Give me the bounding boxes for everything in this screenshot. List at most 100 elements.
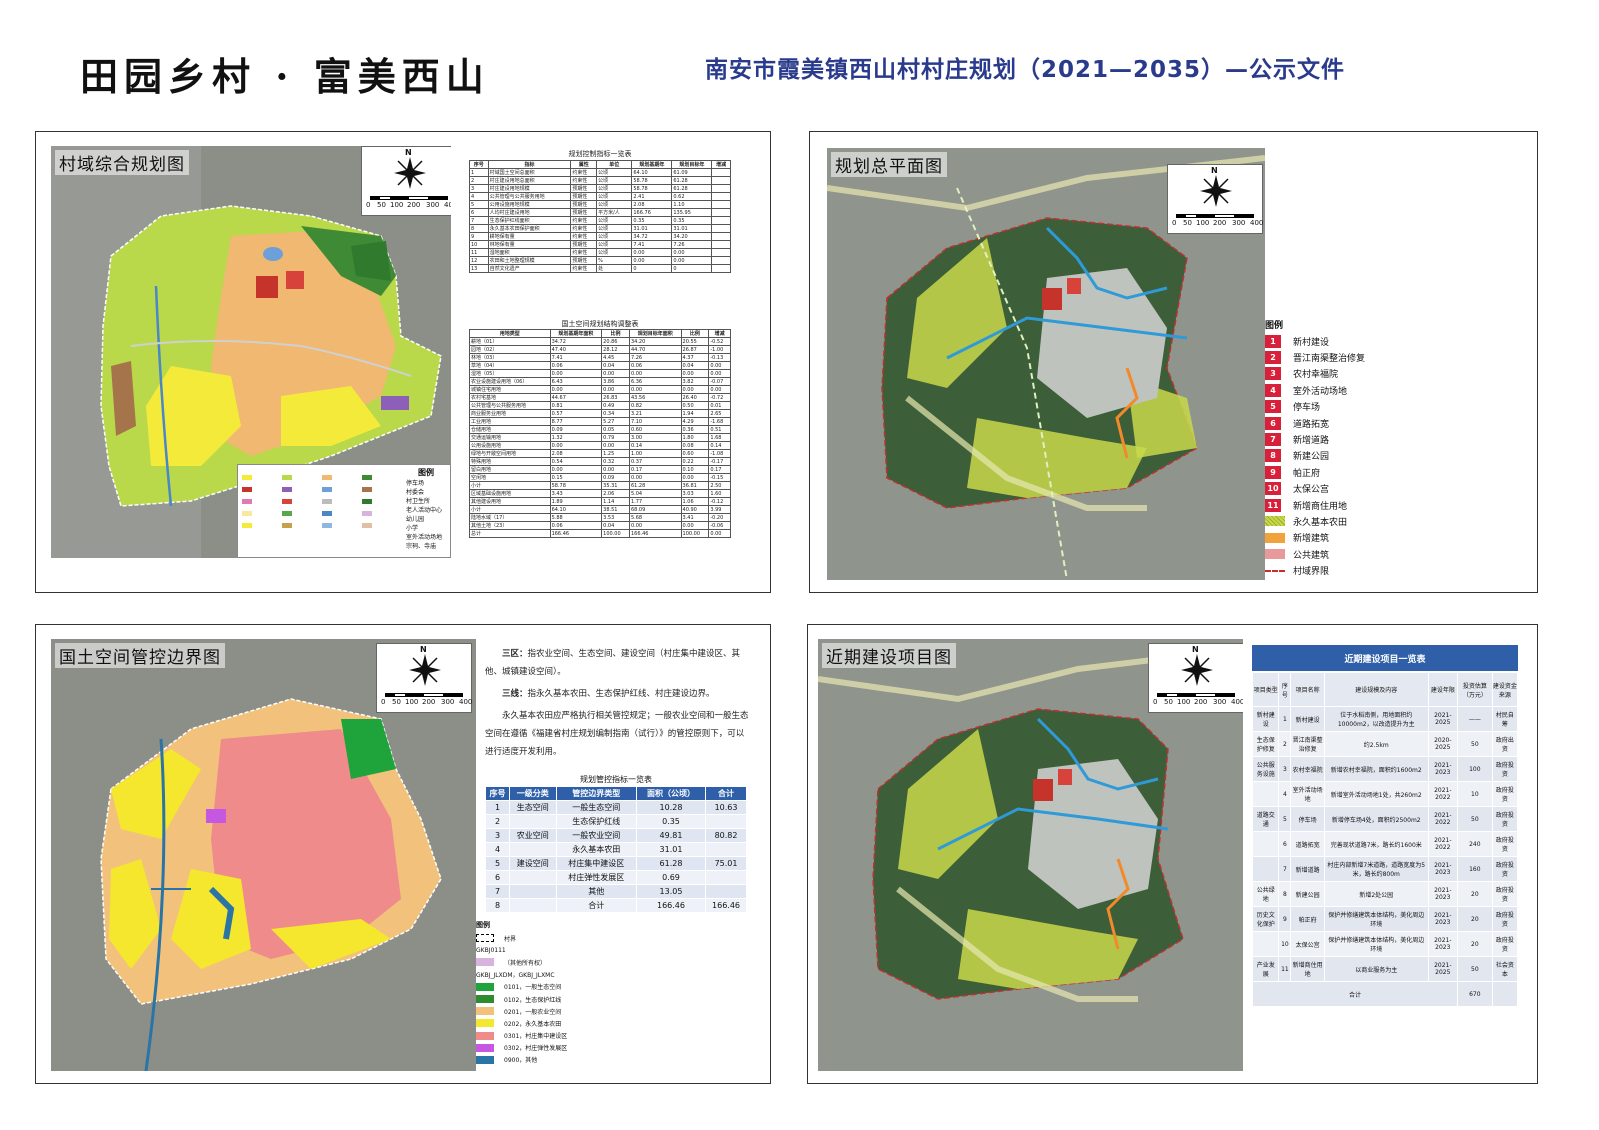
project-total-label: 合计: [1252, 981, 1458, 1007]
table-cell: 预期性: [570, 240, 598, 249]
table-cell: 47.40: [549, 345, 603, 354]
table-cell: 8.77: [549, 417, 603, 426]
scale-bar: 0 50 100 200 300 400: [381, 693, 472, 709]
structure-table: 用地类型 规划基期年面积 比例 规划目标年面积 比例 增减 耕地（01） 34.72 20.86…: [469, 329, 731, 538]
control-table-title: 规划管控指标一览表: [580, 775, 652, 784]
map-master-plan: 规划总平面图 N 0 50 100 200 300 400: [827, 148, 1265, 580]
table-header-cell: 规划基期年面积: [549, 329, 603, 338]
legend-label: 道路拓宽: [1293, 419, 1330, 430]
legend-label: 0301，村庄集中建设区: [504, 1033, 568, 1041]
legend-swatch: [476, 1031, 494, 1040]
table-header-cell: 合计: [705, 786, 747, 801]
table-cell: [711, 192, 731, 201]
compass: N 0 50 100 200 300 400: [361, 146, 451, 216]
table-cell: [705, 884, 747, 899]
legend-p1-item: 村卫生所: [406, 498, 431, 505]
table-cell: 0.81: [549, 401, 603, 410]
legend-item: 9 帕正府: [1265, 464, 1385, 480]
table-cell: 80.82: [705, 828, 747, 843]
table-cell: [508, 884, 557, 899]
control-legend: 图例 村界 GKBJ0111 （其他所有权） GKBJ_JLXDM，GKBJ_JLXM…: [476, 920, 596, 1066]
legend-item: （其他所有权）: [476, 956, 596, 968]
table-cell: [711, 224, 731, 233]
table-cell: 预期性: [570, 256, 598, 265]
table-cell: 31.01: [631, 224, 673, 233]
scale-label-50: 50: [1164, 698, 1173, 706]
table-cell: 160: [1456, 856, 1493, 882]
table-cell: 10.63: [705, 800, 747, 815]
table-row: 历史文化保护 9 帕正府 保护并修缮建筑本体结构，美化周边环境 2021-2023 20 政…: [1251, 906, 1519, 932]
table-row: 空闲地 0.15 0.09 0.00 0.00 -0.15: [469, 473, 731, 482]
table-header-cell: 一级分类: [508, 786, 557, 801]
table-cell: -1.68: [708, 417, 731, 426]
table-cell: 0: [671, 264, 713, 273]
table-cell: 9: [469, 232, 489, 241]
table-cell: 建设空间: [508, 856, 557, 871]
table-cell: 0.32: [601, 457, 630, 466]
table-cell: 2021-2022: [1427, 781, 1458, 807]
table-cell: 2: [1278, 731, 1292, 757]
table-cell: [711, 256, 731, 265]
table-row: 绿地与开敞空间用地 2.08 1.25 1.00 0.60 -1.08: [469, 449, 731, 458]
structure-table-title: 国土空间规划结构调整表: [561, 320, 639, 328]
table-cell: 政府投资: [1491, 856, 1519, 882]
table-cell: 农业设施建设用地（06）: [469, 377, 551, 386]
table-cell: 5: [469, 200, 489, 209]
scale-label-0: 0: [1172, 219, 1177, 227]
table-header-cell: 序号: [485, 786, 510, 801]
table-cell: [1251, 931, 1280, 957]
table-row: 6 村庄弹性发展区 0.69: [485, 870, 747, 885]
table-cell: 166.46: [628, 529, 682, 538]
table-cell: 公顷: [596, 168, 633, 177]
table-cell: 166.76: [631, 208, 673, 217]
legend-label: 农村幸福院: [1293, 370, 1339, 381]
table-cell: 0.00: [680, 385, 710, 394]
table-cell: 50: [1456, 806, 1493, 832]
table-cell: 政府投资: [1491, 781, 1519, 807]
table-row: 公共管理与公共服务用地 0.81 0.49 0.82 0.50 0.01: [469, 401, 731, 410]
table-cell: 0.05: [601, 425, 630, 434]
table-row: 10 林地保有量 预期性 公顷 7.41 7.26: [469, 240, 731, 249]
table-cell: 3: [469, 184, 489, 193]
table-cell: 湿地（05）: [469, 369, 551, 378]
legend-swatch: [476, 934, 494, 943]
table-row: 农村宅基地 44.67 26.83 43.56 26.40 -0.72: [469, 393, 731, 402]
table-row: 其他建设用地 1.89 1.14 1.77 1.06 -0.12: [469, 497, 731, 506]
table-cell: 0.00: [549, 369, 603, 378]
table-cell: 约束性: [570, 224, 598, 233]
table-cell: 政府投资: [1491, 806, 1519, 832]
table-cell: 0.14: [708, 441, 731, 450]
table-cell: 约束性: [570, 168, 598, 177]
table-row: 5 公用设施用地规模 预期性 公顷 2.08 1.10: [469, 200, 731, 209]
table-cell: 35.31: [601, 481, 630, 490]
table-cell: 7.41: [549, 353, 603, 362]
table-cell: 1.06: [680, 497, 710, 506]
table-cell: 1.14: [601, 497, 630, 506]
table-cell: 4.37: [680, 353, 710, 362]
legend-item: 0900，其他: [476, 1054, 596, 1066]
table-row: 草地（04） 0.06 0.04 0.06 0.04 0.00: [469, 361, 731, 370]
table-row: 特殊用地 0.54 0.32 0.37 0.22 -0.17: [469, 457, 731, 466]
legend-number-badge: 8: [1265, 449, 1281, 463]
desc-3: 永久基本农田应严格执行相关管控规定；一般农业空间和一般生态空间在遵循《福建省村庄…: [485, 711, 749, 757]
table-cell: 44.70: [628, 345, 682, 354]
table-row: 3 村庄建设用地规模 预期性 公顷 58.78 61.28: [469, 184, 731, 193]
table-cell: 10: [469, 240, 489, 249]
desc-2: 指永久基本农田、生态保护红线、村庄建设边界。: [527, 689, 715, 699]
table-cell: [711, 240, 731, 249]
table-row: 农业设施建设用地（06） 6.43 3.86 6.36 3.82 -0.07: [469, 377, 731, 386]
table-cell: 1.32: [549, 433, 603, 442]
table-cell: 0.00: [680, 473, 710, 482]
table-cell: 园地（02）: [469, 345, 551, 354]
table-row: 小计 64.10 38.51 68.09 40.90 3.99: [469, 505, 731, 514]
table-cell: 公顷: [596, 240, 633, 249]
table-cell: 生态保护红线面积: [487, 216, 572, 225]
scale-label-200: 200: [1213, 219, 1227, 227]
header-right-title: 南安市霞美镇西山村村庄规划（2021—2035）—公示文件: [705, 57, 1346, 83]
table-cell: 61.28: [671, 184, 713, 193]
compass: N 0 50 100 200 300 400: [1167, 164, 1263, 234]
table-row: 5 建设空间 村庄集中建设区 61.28 75.01: [485, 856, 747, 871]
table-cell: 合计: [555, 898, 637, 913]
table-cell: 4: [1278, 781, 1292, 807]
table-cell: 26.40: [680, 393, 710, 402]
